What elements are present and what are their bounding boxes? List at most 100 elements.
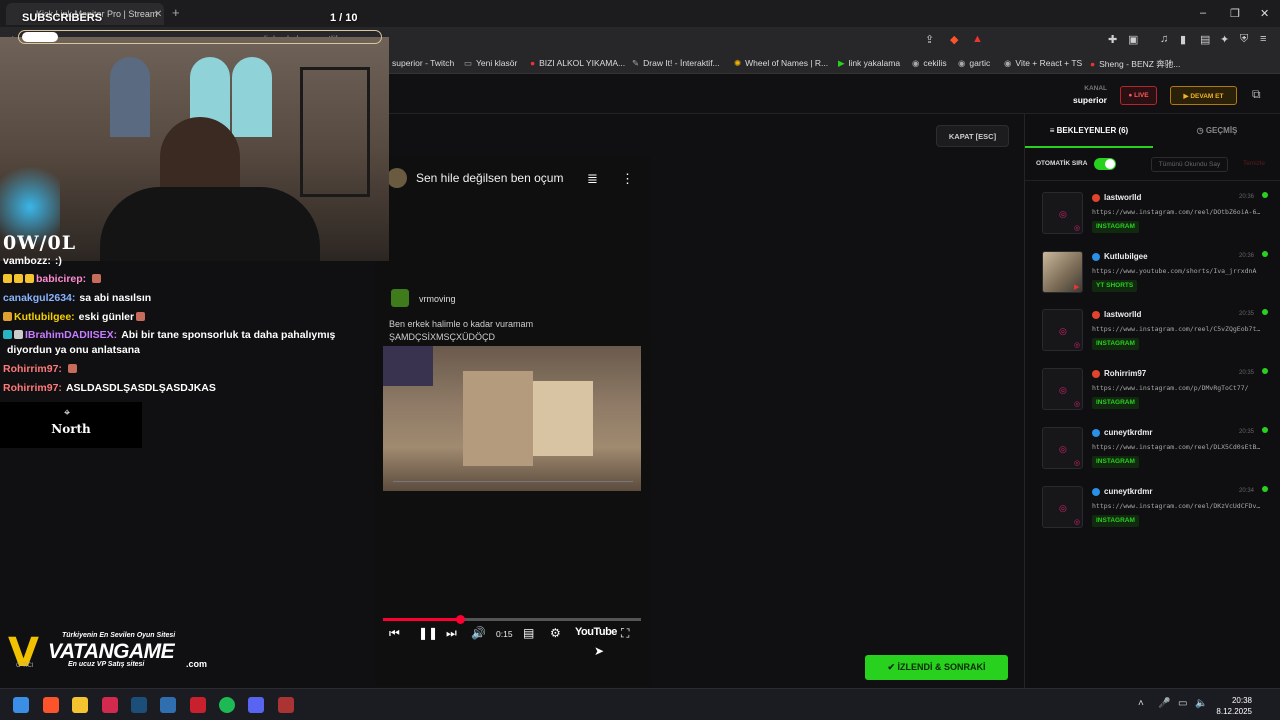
queue-item[interactable]: ◎ ◎ lastworlld 20:36 https://www.instagram.c… <box>1025 186 1280 244</box>
kick-icon: ▶ <box>838 58 845 68</box>
clock[interactable]: 20:38 8.12.2025 <box>1214 695 1252 717</box>
bookmark-item[interactable]: ● Sheng - BENZ 奔驰... <box>1090 58 1180 70</box>
settings-icon[interactable]: ⚙ <box>550 626 561 640</box>
bookmark-item[interactable]: ◉ cekilis <box>912 58 947 69</box>
app-icon[interactable] <box>160 697 176 713</box>
app-icon[interactable] <box>278 697 294 713</box>
subscribers-label: SUBSCRIBERS <box>22 12 103 24</box>
spotify-icon[interactable] <box>219 697 235 713</box>
devam-label: DEVAM ET <box>1190 93 1224 100</box>
bookmark-item[interactable]: ◉ gartic <box>958 58 990 69</box>
queue-username: Kutlubilgee <box>1104 251 1148 261</box>
chat-message: vambozz::) <box>3 255 62 267</box>
new-tab-icon[interactable]: + <box>172 5 180 20</box>
tab-history[interactable]: ◷ GEÇMİŞ <box>1153 114 1280 148</box>
steam-icon[interactable] <box>131 697 147 713</box>
playlist-icon[interactable]: ≣ <box>587 171 598 187</box>
bookmark-label: link yakalama <box>848 58 901 68</box>
progress-knob[interactable] <box>456 615 466 624</box>
menu-icon[interactable]: ≡ <box>1260 33 1266 45</box>
app-icon[interactable] <box>102 697 118 713</box>
live-button[interactable]: ● LIVE <box>1120 86 1157 105</box>
chat-username: IBrahimDADIISEX: <box>25 329 118 341</box>
bookmark-item[interactable]: ◉ Vite + React + TS <box>1004 58 1082 69</box>
brave-shield-icon[interactable]: ◆ <box>950 33 958 46</box>
start-icon[interactable] <box>13 697 29 713</box>
sidebar-icon[interactable]: ▮ <box>1180 33 1186 46</box>
app-icon[interactable] <box>190 697 206 713</box>
screenshot-icon[interactable]: ▣ <box>1128 33 1138 46</box>
bookmark-item[interactable]: ● BIZI ALKOL YIKAMA... <box>530 58 625 68</box>
queue-time: 20:36 <box>1239 194 1255 200</box>
youtube-short[interactable]: Sen hile değilsen ben oçum ≣ ⋮ vrmoving … <box>375 156 651 686</box>
speaker-icon[interactable]: 🔈 <box>1195 698 1207 709</box>
youtube-logo[interactable]: YouTube <box>575 626 617 638</box>
discord-icon[interactable] <box>248 697 264 713</box>
queue-username: lastworlld <box>1104 310 1142 320</box>
chat-overlay: vambozz::) babicirep: canakgul2634: sa abi … <box>0 255 375 405</box>
platform-badge: INSTAGRAM <box>1092 338 1139 351</box>
pause-icon[interactable]: ❚❚ <box>418 626 438 640</box>
chat-message: canakgul2634: sa abi nasılsın <box>3 292 151 304</box>
chat-text: sa abi nasılsın <box>79 292 152 304</box>
queue-link[interactable]: https://www.youtube.com/shorts/Iva_jrrxd… <box>1092 267 1267 275</box>
clear-button[interactable]: Temizle <box>1235 157 1273 172</box>
queue-link[interactable]: https://www.instagram.com/reel/DLX5Cd0sE… <box>1092 443 1267 451</box>
extensions-icon[interactable]: ✚ <box>1108 33 1117 46</box>
youtube-icon: ▶ <box>1074 283 1080 291</box>
instagram-icon: ◎ <box>1059 443 1067 454</box>
maximize-icon[interactable]: ❐ <box>1230 7 1240 20</box>
source-icon <box>1092 428 1100 437</box>
volume-icon[interactable]: 🔊 <box>471 626 486 640</box>
captions-icon[interactable]: ▤ <box>523 626 534 640</box>
devam-button[interactable]: ▶ DEVAM ET <box>1170 86 1237 105</box>
close-tab-icon[interactable]: ✕ <box>154 9 162 20</box>
prev-icon[interactable]: ⏮ <box>389 626 400 641</box>
bookmark-item[interactable]: ✺ Wheel of Names | R... <box>734 58 828 69</box>
brave-icon[interactable] <box>43 697 59 713</box>
next-icon[interactable]: ⏭ <box>446 626 457 641</box>
watched-next-button[interactable]: ✔ İZLENDİ & SONRAKİ <box>865 655 1008 680</box>
kanal-label: KANAL <box>1084 85 1107 92</box>
bookmark-item[interactable]: ✎ Draw It! - İnteraktif... <box>632 58 720 69</box>
queue-link[interactable]: https://www.instagram.com/reel/C5vZQgEob… <box>1092 325 1267 333</box>
share-icon[interactable]: ⇪ <box>925 33 934 46</box>
video-progress[interactable] <box>383 615 641 624</box>
tray-chevron-icon[interactable]: ˄ <box>1138 698 1144 709</box>
mic-icon[interactable]: 🎤 <box>1158 698 1170 709</box>
popout-icon[interactable]: ⧉ <box>1252 87 1261 102</box>
tab-waiting[interactable]: ≡ BEKLEYENLER (6) <box>1025 114 1153 148</box>
auto-queue-toggle[interactable] <box>1094 158 1116 170</box>
queue-link[interactable]: https://www.instagram.com/p/DMvRgToCt77/ <box>1092 384 1267 392</box>
queue-link[interactable]: https://www.instagram.com/reel/DKzVcUdCF… <box>1092 502 1267 510</box>
instagram-icon: ◎ <box>1074 459 1081 467</box>
network-icon[interactable]: ▭ <box>1178 698 1187 709</box>
close-player-button[interactable]: KAPAT [ESC] <box>936 125 1009 147</box>
bookmark-item[interactable]: superior - Twitch <box>392 58 454 68</box>
queue-item[interactable]: ◎ ◎ cuneytkrdmr 20:35 https://www.instagram.… <box>1025 421 1280 479</box>
minimize-icon[interactable]: – <box>1200 7 1206 19</box>
chat-text: :) <box>54 255 62 267</box>
window-close-icon[interactable]: ✕ <box>1260 7 1269 20</box>
leo-icon[interactable]: ✦ <box>1220 33 1229 46</box>
queue-item[interactable]: ◎ ◎ lastworlld 20:35 https://www.instagram.c… <box>1025 303 1280 361</box>
vpn-icon[interactable]: ⛨ <box>1240 33 1248 46</box>
badge-icon <box>3 330 12 339</box>
overlay-pill <box>22 32 58 42</box>
mark-all-read-button[interactable]: Tümünü Okundu Say <box>1151 157 1228 172</box>
online-dot <box>1262 250 1268 257</box>
wallet-icon[interactable]: ▤ <box>1200 33 1210 46</box>
queue-item[interactable]: ◎ ◎ cuneytkrdmr 20:34 https://www.instagram.… <box>1025 480 1280 538</box>
queue-item[interactable]: ◎ ◎ Rohirrim97 20:35 https://www.instagram.c… <box>1025 362 1280 420</box>
bookmark-item[interactable]: ▭ Yeni klasör <box>464 58 517 69</box>
explorer-icon[interactable] <box>72 697 88 713</box>
queue-link[interactable]: https://www.instagram.com/reel/DOtbZ6oiA… <box>1092 208 1267 216</box>
source-icon <box>1092 487 1100 496</box>
fullscreen-icon[interactable]: ⛶ <box>621 626 629 641</box>
channel-avatar[interactable] <box>387 168 407 188</box>
queue-item[interactable]: ▶ Kutlubilgee 20:36 https://www.youtube.com… <box>1025 245 1280 303</box>
bookmark-item[interactable]: ▶ link yakalama <box>838 58 900 69</box>
media-icon[interactable]: ♫ <box>1160 33 1168 45</box>
more-icon[interactable]: ⋮ <box>621 171 634 187</box>
rewards-icon[interactable]: ▲ <box>972 33 983 45</box>
